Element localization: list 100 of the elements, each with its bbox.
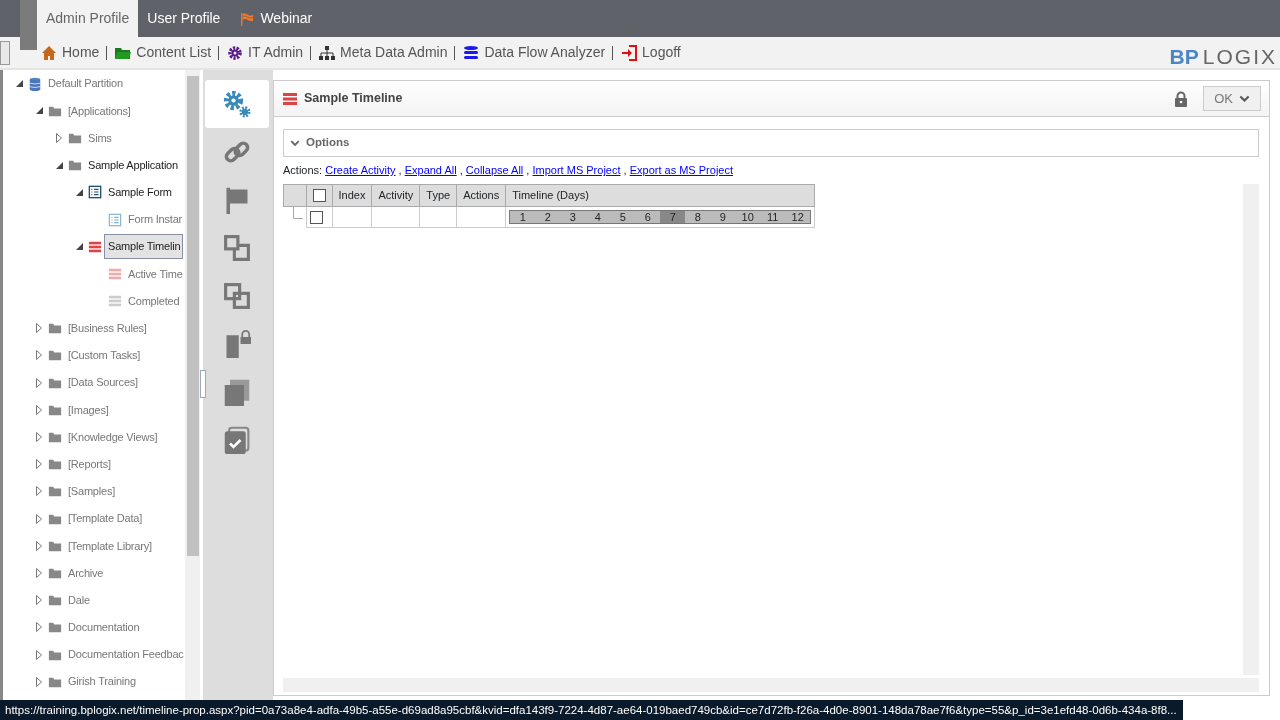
- tree-item[interactable]: [Business Rules]: [64, 316, 150, 341]
- side-tab[interactable]: [205, 80, 269, 128]
- action-link[interactable]: Expand All: [404, 164, 457, 176]
- expanded-icon[interactable]: [75, 243, 83, 251]
- collapsed-icon[interactable]: [36, 404, 42, 415]
- profile-tab[interactable]: Webinar: [229, 0, 322, 37]
- collapsed-icon[interactable]: [36, 649, 42, 660]
- nav-link[interactable]: IT Admin: [226, 42, 304, 63]
- tree-item[interactable]: [Samples]: [64, 479, 119, 504]
- collapsed-icon[interactable]: [56, 132, 62, 143]
- folder-icon: [48, 593, 62, 608]
- expanded-icon[interactable]: [75, 188, 83, 196]
- folder-icon: [48, 457, 62, 472]
- tree-item[interactable]: Dale: [64, 587, 93, 613]
- action-link[interactable]: Import MS Project: [532, 164, 621, 176]
- exit-icon: [620, 44, 639, 61]
- timeline-icon: [88, 239, 102, 254]
- collapsed-icon[interactable]: [36, 513, 42, 524]
- folder-icon: [48, 348, 62, 363]
- collapsed-icon[interactable]: [36, 459, 42, 470]
- collapsed-icon[interactable]: [36, 377, 42, 388]
- tree-item[interactable]: Girish Training: [64, 669, 139, 694]
- timeline-icon: [108, 266, 122, 281]
- tree-item[interactable]: Documentation: [64, 615, 143, 640]
- checkbox[interactable]: [309, 210, 323, 224]
- collapsed-icon[interactable]: [36, 350, 42, 361]
- collapsed-icon[interactable]: [36, 540, 42, 551]
- expanded-icon[interactable]: [55, 161, 63, 169]
- nav-link[interactable]: Home: [40, 42, 100, 63]
- house-icon: [40, 44, 58, 61]
- collapsed-icon[interactable]: [36, 676, 42, 687]
- day-cell: 7: [660, 210, 686, 223]
- day-cell-text: 5: [618, 210, 627, 223]
- tree-item[interactable]: [Images]: [64, 397, 112, 423]
- profile-tab[interactable]: User Profile: [138, 0, 230, 37]
- collapsed-icon[interactable]: [36, 323, 42, 334]
- tree-item[interactable]: Sample Application: [84, 152, 181, 178]
- collapsed-icon[interactable]: [36, 486, 42, 497]
- chevron-icon: [290, 138, 300, 148]
- link-icon: [223, 138, 251, 166]
- nav-link[interactable]: Logoff: [620, 42, 681, 63]
- expanded-icon[interactable]: [35, 107, 43, 115]
- folder-icon: [48, 430, 62, 445]
- action-link[interactable]: Collapse All: [465, 164, 524, 176]
- action-link[interactable]: Create Activity: [325, 164, 396, 176]
- status-url: https://training.bplogix.net/timeline-prop.aspx?pid=0a73a8e4-adfa-49b5-a55e-d69ad8a95cbf&kvid=dfa143f9-7224-4d87-ae64-019baed749cb&id=ce7d72fb-f26a-4d0e-8901-148da78ae7f6&type=55&p_id=3e1efd48-0d6b-434a-8f8...: [0, 700, 1183, 720]
- checklist-icon: [223, 426, 251, 454]
- tree-item[interactable]: [Knowledge Views]: [64, 424, 161, 450]
- gear-icon: [226, 44, 245, 61]
- tree-item[interactable]: Completed: [124, 288, 183, 314]
- ok-button[interactable]: OK: [1203, 85, 1261, 112]
- column-header: Type: [419, 184, 457, 206]
- scroll-handle[interactable]: [20, 0, 37, 50]
- pages-icon: [223, 378, 251, 406]
- column-header: Timeline (Days): [505, 184, 815, 206]
- menu-icon[interactable]: [0, 40, 10, 65]
- collapsed-icon[interactable]: [36, 432, 42, 443]
- tree-item[interactable]: [Reports]: [64, 451, 114, 477]
- actions-label: Actions:: [283, 164, 324, 176]
- collapsed-icon[interactable]: [36, 567, 42, 578]
- day-cell-text: 11: [766, 210, 780, 223]
- tree-item[interactable]: Sample Form: [104, 180, 175, 205]
- profile-tab[interactable]: Admin Profile: [37, 0, 139, 37]
- day-cell-text: 8: [693, 210, 702, 223]
- column-header: Activity: [371, 184, 420, 206]
- squares-icon: [223, 234, 251, 262]
- form-icon: [108, 212, 122, 227]
- scrollbar[interactable]: [185, 70, 200, 700]
- folder-icon: [48, 484, 62, 499]
- column-header: Index: [332, 184, 372, 206]
- logo: BP LOGIX: [1169, 44, 1277, 67]
- tree-item[interactable]: Active Time: [124, 261, 185, 287]
- tree-item[interactable]: [Template Library]: [64, 533, 155, 559]
- tree-item[interactable]: Default Partition: [44, 71, 126, 96]
- action-link[interactable]: Export as MS Project: [629, 164, 733, 176]
- tree-item[interactable]: [Data Sources]: [64, 370, 141, 395]
- timeline-icon: [108, 294, 122, 309]
- options-header[interactable]: Options: [283, 129, 1259, 157]
- tree-item[interactable]: [Template Data]: [64, 506, 146, 531]
- collapsed-icon[interactable]: [36, 595, 42, 606]
- collapse-handle[interactable]: [200, 370, 206, 398]
- chevron-icon: [1239, 93, 1250, 104]
- expanded-icon[interactable]: [15, 80, 23, 88]
- tree-item[interactable]: [Applications]: [64, 98, 134, 124]
- checkbox[interactable]: [312, 189, 326, 203]
- tree-item[interactable]: Sims: [84, 125, 115, 151]
- nav-link[interactable]: Content List: [114, 42, 212, 63]
- nav-link[interactable]: Data Flow Analyzer: [462, 42, 606, 63]
- tree-item[interactable]: Sample Timelin: [104, 234, 184, 259]
- tree-item[interactable]: Archive: [64, 560, 107, 586]
- hierarchy-icon: [318, 44, 337, 61]
- stack-icon: [462, 44, 481, 61]
- tree-item[interactable]: Documentation Feedbac: [64, 642, 185, 667]
- nav-link[interactable]: Meta Data Admin: [318, 42, 448, 63]
- day-cell-text: 2: [543, 210, 552, 223]
- tree-item[interactable]: Form Instar: [124, 207, 185, 232]
- collapsed-icon[interactable]: [36, 622, 42, 633]
- folder-icon: [48, 321, 62, 336]
- separator: ,: [458, 164, 464, 176]
- tree-item[interactable]: [Custom Tasks]: [64, 343, 144, 368]
